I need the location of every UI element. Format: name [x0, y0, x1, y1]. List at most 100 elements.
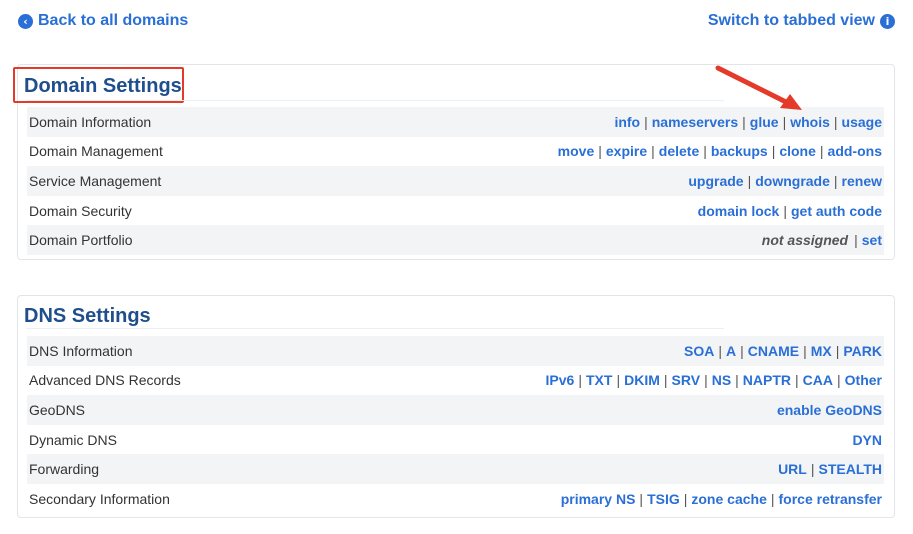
link-separator: | [718, 342, 722, 359]
link-separator: | [795, 372, 799, 389]
settings-row-domain-security: Domain Security domain lock | get auth code [27, 196, 884, 226]
link-separator: | [644, 113, 648, 130]
row-actions: enable GeoDNS [777, 402, 882, 418]
info-link[interactable]: info [614, 114, 640, 130]
row-label: DNS Information [29, 342, 133, 359]
soa-link[interactable]: SOA [684, 343, 714, 359]
a-link[interactable]: A [726, 343, 736, 359]
link-separator: | [616, 372, 621, 389]
link-separator: | [639, 490, 644, 507]
link-separator: | [783, 202, 787, 219]
title-divider [26, 328, 724, 329]
link-separator: | [747, 172, 752, 189]
srv-link[interactable]: SRV [672, 372, 701, 388]
backups-link[interactable]: backups [711, 143, 768, 159]
settings-row-domain-management: Domain Management move | expire | delete | back… [27, 137, 884, 167]
renew-link[interactable]: renew [842, 173, 882, 189]
link-separator: | [703, 143, 707, 160]
other-link[interactable]: Other [845, 372, 882, 388]
caa-link[interactable]: CAA [803, 372, 833, 388]
nameservers-link[interactable]: nameservers [652, 114, 738, 130]
link-separator: | [803, 342, 807, 359]
delete-link[interactable]: delete [659, 143, 699, 159]
link-separator: | [663, 372, 668, 389]
portfolio-status: not assigned [761, 232, 849, 249]
clone-link[interactable]: clone [779, 143, 816, 159]
downgrade-link[interactable]: downgrade [755, 173, 830, 189]
row-label: Service Management [29, 172, 162, 189]
settings-row-domain-information: Domain Information info | nameservers | glue |… [27, 107, 884, 137]
row-actions: primary NS | TSIG | zone cache | force retrans… [561, 491, 882, 507]
dyn-link[interactable]: DYN [852, 432, 882, 448]
get-auth-code-link[interactable]: get auth code [791, 203, 882, 219]
row-label: Domain Information [29, 113, 152, 130]
link-separator: | [833, 172, 838, 189]
dns-settings-panel: DNS Settings DNS Information SOA | A | CNAME |… [17, 295, 895, 518]
row-label: Secondary Information [29, 490, 170, 507]
add-ons-link[interactable]: add-ons [828, 143, 882, 159]
usage-link[interactable]: usage [842, 114, 882, 130]
domain-lock-link[interactable]: domain lock [698, 203, 780, 219]
tsig-link[interactable]: TSIG [647, 491, 680, 507]
glue-link[interactable]: glue [750, 114, 779, 130]
row-actions: not assigned | set [762, 232, 882, 248]
link-separator: | [651, 143, 655, 160]
link-separator: | [735, 372, 739, 389]
link-separator: | [578, 372, 582, 389]
domain-settings-title: Domain Settings [24, 75, 182, 97]
link-separator: | [835, 342, 840, 359]
link-separator: | [854, 232, 858, 249]
row-actions: info | nameservers | glue | whois | usage [614, 114, 882, 130]
row-label: Domain Management [29, 143, 163, 160]
row-actions: DYN [852, 432, 882, 448]
info-icon: i [880, 13, 895, 29]
row-actions: URL | STEALTH [778, 461, 882, 477]
link-separator: | [742, 113, 746, 130]
link-separator: | [598, 143, 602, 160]
row-actions: IPv6 | TXT | DKIM | SRV | NS | NAPTR | CAA | Other [546, 372, 882, 388]
set-link[interactable]: set [862, 232, 882, 248]
row-actions: SOA | A | CNAME | MX | PARK [684, 343, 882, 359]
domain-settings-panel: Domain Settings Domain Information info | n… [13, 64, 895, 260]
dkim-link[interactable]: DKIM [624, 372, 660, 388]
row-label: Domain Security [29, 202, 132, 219]
switch-link-label: Switch to tabbed view [707, 12, 875, 29]
zone-cache-link[interactable]: zone cache [691, 491, 766, 507]
link-separator: | [770, 490, 775, 507]
switch-to-tabbed-view-link[interactable]: Switch to tabbed view i [708, 12, 895, 30]
settings-row-geodns: GeoDNS enable GeoDNS [27, 395, 884, 425]
link-separator: | [833, 113, 838, 130]
row-actions: move | expire | delete | backups | clone | add-ons [558, 143, 882, 159]
chevron-left-icon: ‹ [18, 13, 33, 29]
back-link-label: Back to all domains [38, 12, 189, 29]
txt-link[interactable]: TXT [586, 372, 612, 388]
title-divider [26, 100, 724, 101]
expire-link[interactable]: expire [606, 143, 647, 159]
ipv6-link[interactable]: IPv6 [546, 372, 575, 388]
ns-link[interactable]: NS [712, 372, 731, 388]
mx-link[interactable]: MX [811, 343, 832, 359]
row-actions: upgrade | downgrade | renew [688, 173, 882, 189]
stealth-link[interactable]: STEALTH [818, 461, 882, 477]
force-retransfer-link[interactable]: force retransfer [779, 491, 883, 507]
enable-geodns-link[interactable]: enable GeoDNS [777, 402, 882, 418]
link-separator: | [704, 372, 708, 389]
link-separator: | [740, 342, 744, 359]
naptr-link[interactable]: NAPTR [743, 372, 791, 388]
back-to-all-domains-link[interactable]: ‹ Back to all domains [18, 12, 188, 30]
settings-row-forwarding: Forwarding URL | STEALTH [27, 454, 884, 484]
link-separator: | [683, 490, 688, 507]
dns-settings-rows: DNS Information SOA | A | CNAME | MX | PARK Advanc… [27, 336, 884, 514]
upgrade-link[interactable]: upgrade [688, 173, 743, 189]
settings-row-service-management: Service Management upgrade | downgrade | rene… [27, 166, 884, 196]
url-link[interactable]: URL [778, 461, 807, 477]
cname-link[interactable]: CNAME [748, 343, 799, 359]
primary-ns-link[interactable]: primary NS [561, 491, 636, 507]
move-link[interactable]: move [558, 143, 595, 159]
top-bar: ‹ Back to all domains Switch to tabbed v… [18, 12, 895, 34]
park-link[interactable]: PARK [843, 343, 882, 359]
row-label: Forwarding [29, 461, 100, 478]
settings-row-dynamic-dns: Dynamic DNS DYN [27, 425, 884, 455]
row-label: Dynamic DNS [29, 431, 117, 448]
whois-link[interactable]: whois [790, 114, 830, 130]
